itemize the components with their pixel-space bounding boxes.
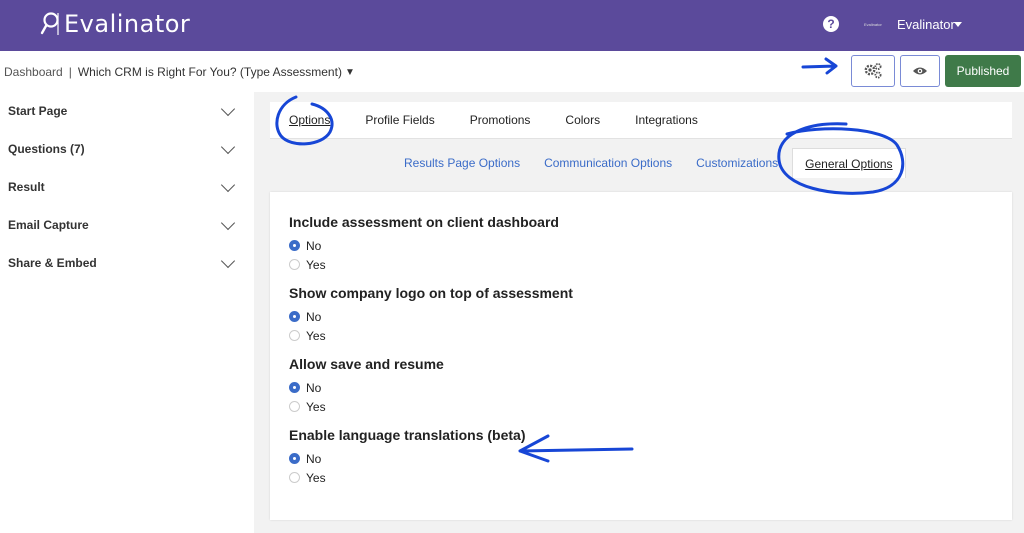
radio-label: Yes	[306, 399, 326, 414]
setting-company-logo: Show company logo on top of assessment N…	[289, 285, 1012, 345]
sidebar-item-questions[interactable]: Questions (7)	[0, 130, 245, 168]
gears-icon	[864, 63, 882, 79]
radio-option-yes[interactable]: Yes	[289, 255, 1012, 274]
radio-label: No	[306, 309, 322, 324]
radio-button[interactable]	[289, 330, 300, 341]
sidebar-item-email-capture[interactable]: Email Capture	[0, 206, 245, 244]
setting-title: Allow save and resume	[289, 356, 444, 372]
subtab-results-page-options[interactable]: Results Page Options	[392, 156, 532, 170]
tab-options[interactable]: Options	[289, 113, 330, 127]
user-menu-name[interactable]: Evalinator	[897, 17, 955, 32]
radio-button[interactable]	[289, 382, 300, 393]
magnifier-logo-icon	[40, 12, 59, 35]
sub-tabs: Results Page Options Communication Optio…	[392, 148, 906, 178]
annotation-arrow-settings	[801, 57, 838, 75]
radio-button[interactable]	[289, 259, 300, 270]
setting-title: Enable language translations (beta)	[289, 427, 526, 443]
sidebar-item-share-embed[interactable]: Share & Embed	[0, 244, 245, 282]
setting-language-translations: Enable language translations (beta) No Y…	[289, 427, 1012, 487]
breadcrumb-assessment-title[interactable]: Which CRM is Right For You? (Type Assess…	[78, 65, 342, 79]
breadcrumb: Dashboard | Which CRM is Right For You? …	[4, 65, 355, 79]
chevron-down-icon	[220, 139, 236, 154]
settings-button[interactable]	[851, 55, 895, 87]
radio-label: Yes	[306, 257, 326, 272]
radio-label: No	[306, 238, 322, 253]
sidebar-item-result[interactable]: Result	[0, 168, 245, 206]
preview-button[interactable]	[900, 55, 940, 87]
eye-icon	[913, 67, 927, 75]
help-icon[interactable]: ?	[823, 16, 839, 32]
sidebar-item-label: Questions (7)	[8, 142, 85, 156]
radio-label: No	[306, 380, 322, 395]
breadcrumb-separator: |	[68, 65, 72, 79]
radio-label: Yes	[306, 328, 326, 343]
radio-button[interactable]	[289, 311, 300, 322]
radio-button[interactable]	[289, 453, 300, 464]
setting-title: Show company logo on top of assessment	[289, 285, 573, 301]
radio-option-no[interactable]: No	[289, 236, 1012, 255]
breadcrumb-dashboard-link[interactable]: Dashboard	[4, 65, 63, 79]
tab-profile-fields[interactable]: Profile Fields	[365, 113, 434, 127]
chevron-down-icon	[220, 215, 236, 230]
subtab-communication-options[interactable]: Communication Options	[532, 156, 684, 170]
tab-promotions[interactable]: Promotions	[470, 113, 531, 127]
chevron-down-icon	[220, 177, 236, 192]
main-tabs: Options Profile Fields Promotions Colors…	[270, 102, 1012, 139]
radio-option-no[interactable]: No	[289, 449, 1012, 468]
subtab-customizations[interactable]: Customizations	[684, 156, 790, 170]
radio-option-no[interactable]: No	[289, 307, 1012, 326]
radio-button[interactable]	[289, 240, 300, 251]
radio-option-no[interactable]: No	[289, 378, 1012, 397]
sidebar-item-label: Email Capture	[8, 218, 89, 232]
sidebar-item-start-page[interactable]: Start Page	[0, 92, 245, 130]
sidebar-item-label: Start Page	[8, 104, 68, 118]
avatar[interactable]: Evalinator	[864, 21, 888, 29]
logo-text: Evalinator	[64, 10, 191, 38]
sidebar-item-label: Result	[8, 180, 45, 194]
tab-colors[interactable]: Colors	[565, 113, 600, 127]
app-logo[interactable]: Evalinator	[40, 9, 190, 39]
published-button[interactable]: Published	[945, 55, 1021, 87]
radio-label: No	[306, 451, 322, 466]
sidebar: Start Page Questions (7) Result Email Ca…	[0, 92, 245, 282]
setting-save-resume: Allow save and resume No Yes	[289, 356, 1012, 416]
subtab-general-options[interactable]: General Options	[792, 148, 906, 178]
radio-label: Yes	[306, 470, 326, 485]
radio-button[interactable]	[289, 401, 300, 412]
chevron-down-icon[interactable]: ▼	[345, 67, 355, 78]
caret-down-icon[interactable]	[954, 22, 962, 27]
top-navbar: Evalinator ? Evalinator Evalinator	[0, 0, 1024, 51]
tab-integrations[interactable]: Integrations	[635, 113, 698, 127]
radio-option-yes[interactable]: Yes	[289, 326, 1012, 345]
radio-option-yes[interactable]: Yes	[289, 468, 1012, 487]
general-options-panel: Include assessment on client dashboard N…	[270, 192, 1012, 520]
radio-option-yes[interactable]: Yes	[289, 397, 1012, 416]
setting-title: Include assessment on client dashboard	[289, 214, 559, 230]
chevron-down-icon	[220, 101, 236, 116]
chevron-down-icon	[220, 253, 236, 268]
sidebar-item-label: Share & Embed	[8, 256, 97, 270]
setting-client-dashboard: Include assessment on client dashboard N…	[289, 214, 1012, 274]
radio-button[interactable]	[289, 472, 300, 483]
